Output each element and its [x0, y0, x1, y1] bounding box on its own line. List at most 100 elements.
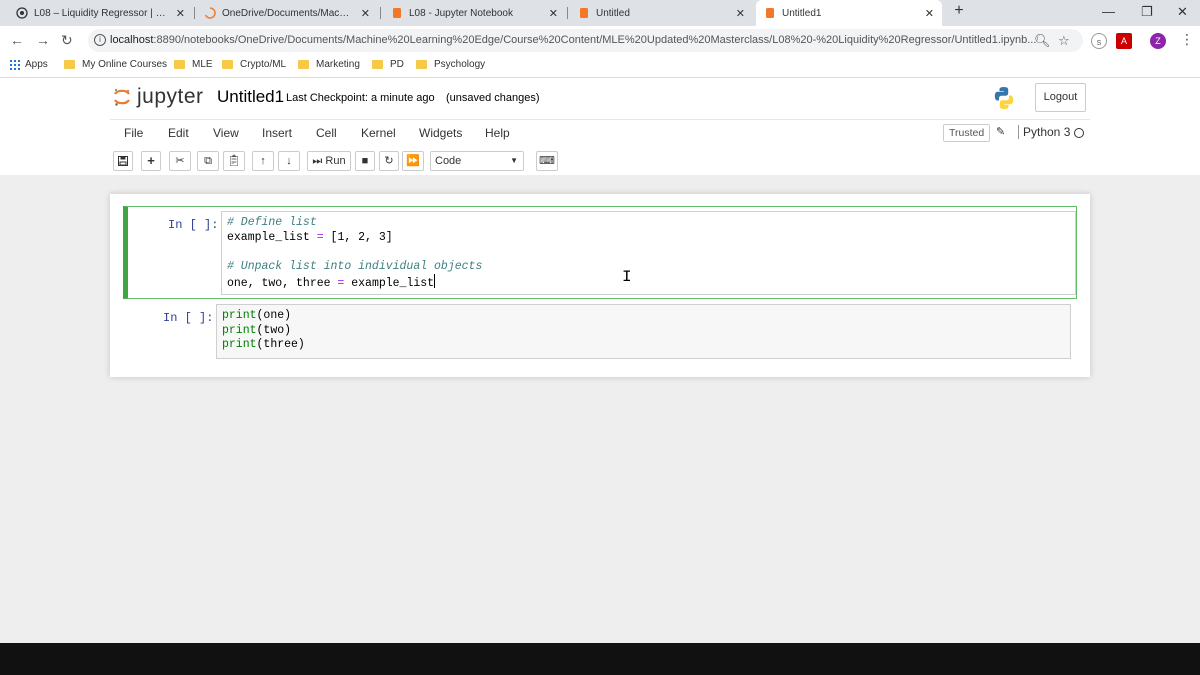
close-tab-icon[interactable]: ✕ — [736, 7, 745, 20]
code-operator: = — [330, 277, 352, 290]
menu-insert[interactable]: Insert — [262, 126, 292, 140]
cell-type-value: Code — [435, 155, 462, 167]
bookmark-label: Psychology — [434, 59, 486, 70]
circle-logo-icon — [16, 7, 28, 19]
bookmark-my-online-courses[interactable]: My Online Courses — [64, 59, 167, 70]
bookmark-crypto-ml[interactable]: Crypto/ML — [222, 59, 286, 70]
jupyter-logo-icon — [114, 89, 130, 106]
save-icon[interactable] — [113, 151, 133, 171]
browser-toolbar: ← → ↻ i localhost:8890/notebooks/OneDriv… — [0, 26, 1200, 54]
notebook-menubar: File Edit View Insert Cell Kernel Widget… — [110, 119, 1090, 146]
bookmark-star-icon[interactable]: ☆ — [1058, 33, 1070, 49]
menu-widgets[interactable]: Widgets — [419, 126, 462, 140]
forward-icon[interactable]: → — [36, 32, 50, 48]
code-comment: # Define list — [227, 216, 317, 229]
notebook-name[interactable]: Untitled1 — [217, 87, 284, 107]
jupyter-orange-icon — [580, 8, 588, 18]
code-operator: = — [309, 230, 331, 244]
tab-title: L08 - Jupyter Notebook — [409, 7, 513, 19]
pdf-extension-icon[interactable]: A — [1116, 33, 1132, 49]
browser-tab-1[interactable]: L08 – Liquidity Regressor | Machi ✕ — [8, 0, 193, 26]
run-button[interactable]: ⏭ Run — [307, 151, 351, 171]
code-editor[interactable]: print(one) print(two) print(three) — [216, 304, 1071, 359]
bookmark-label: MLE — [192, 59, 213, 70]
code-cell-selected[interactable]: In [ ]: # Define list example_list = [1,… — [123, 206, 1077, 299]
menu-kernel[interactable]: Kernel — [361, 126, 396, 140]
code-cell[interactable]: In [ ]: print(one) print(two) print(thre… — [123, 300, 1077, 362]
menu-help[interactable]: Help — [485, 126, 510, 140]
run-icon: ⏭ — [312, 155, 323, 167]
jupyter-logo-text: jupyter — [137, 85, 204, 108]
close-tab-icon[interactable]: ✕ — [549, 7, 558, 20]
bookmark-psychology[interactable]: Psychology — [416, 59, 485, 70]
close-tab-icon[interactable]: ✕ — [361, 7, 370, 20]
logout-button[interactable]: Logout — [1035, 83, 1086, 112]
folder-icon — [372, 60, 383, 69]
kernel-idle-icon — [1074, 128, 1084, 138]
extension-icon[interactable]: s — [1091, 33, 1107, 49]
browser-tab-4[interactable]: Untitled ✕ — [570, 0, 753, 26]
code-line: # Define list — [227, 216, 1070, 231]
bookmarks-bar: Apps My Online Courses MLE Crypto/ML Mar… — [0, 54, 1200, 78]
bookmark-pd[interactable]: PD — [372, 59, 404, 70]
zoom-icon[interactable]: 🔍︎ — [1034, 33, 1051, 49]
profile-avatar[interactable]: Z — [1150, 33, 1166, 49]
bookmark-apps[interactable]: Apps — [10, 59, 48, 70]
minimize-icon[interactable]: — — [1102, 4, 1115, 19]
browser-tab-active[interactable]: Untitled1 ✕ — [756, 0, 942, 26]
folder-icon — [222, 60, 233, 69]
browser-menu-icon[interactable]: ⋮ — [1180, 31, 1194, 48]
code-token: example_list — [227, 230, 310, 244]
interrupt-icon[interactable]: ■ — [355, 151, 375, 171]
bookmark-marketing[interactable]: Marketing — [298, 59, 360, 70]
back-icon[interactable]: ← — [10, 32, 24, 48]
run-label: Run — [325, 155, 346, 167]
address-bar[interactable]: i localhost:8890/notebooks/OneDrive/Docu… — [88, 29, 1083, 52]
browser-tab-2[interactable]: OneDrive/Documents/Machine l ✕ — [196, 0, 378, 26]
restart-icon[interactable]: ↻ — [379, 151, 399, 171]
close-window-icon[interactable]: ✕ — [1177, 4, 1188, 20]
browser-tab-strip: L08 – Liquidity Regressor | Machi ✕ OneD… — [0, 0, 1200, 26]
code-token: (two) — [256, 323, 292, 337]
close-tab-icon[interactable]: ✕ — [176, 7, 185, 20]
jupyter-header: jupyter Untitled1 Last Checkpoint: a min… — [0, 79, 1200, 119]
menu-cell[interactable]: Cell — [316, 126, 337, 140]
loading-spinner-icon — [204, 7, 216, 19]
browser-tab-3[interactable]: L08 - Jupyter Notebook ✕ — [383, 0, 566, 26]
code-editor[interactable]: # Define list example_list = [1, 2, 3] #… — [221, 211, 1076, 295]
reload-icon[interactable]: ↻ — [61, 32, 73, 49]
copy-icon[interactable]: ⧉ — [197, 151, 219, 171]
folder-icon — [174, 60, 185, 69]
cell-prompt: In [ ]: — [168, 218, 219, 232]
restart-run-all-icon[interactable]: ⏩ — [402, 151, 424, 171]
new-tab-button[interactable]: + — [950, 2, 968, 20]
paste-icon[interactable]: 📋︎ — [223, 151, 245, 171]
add-cell-icon[interactable]: + — [141, 151, 161, 171]
bookmark-mle[interactable]: MLE — [174, 59, 213, 70]
move-down-icon[interactable]: ↓ — [278, 151, 300, 171]
code-token: (three) — [256, 338, 305, 351]
keyboard-shortcuts-icon[interactable]: ⌨ — [536, 151, 558, 171]
menu-file[interactable]: File — [124, 126, 143, 140]
cut-icon[interactable]: ✂ — [169, 151, 191, 171]
code-builtin: print — [222, 309, 257, 322]
trusted-indicator[interactable]: Trusted — [943, 124, 991, 142]
close-tab-icon[interactable]: ✕ — [925, 7, 934, 20]
restore-icon[interactable]: ❐ — [1141, 4, 1153, 20]
code-comment: # Unpack list into individual objects — [227, 259, 483, 273]
tab-title: Untitled — [596, 7, 630, 19]
kernel-name: Python 3 — [1018, 125, 1070, 139]
code-line: one, two, three = example_list — [227, 274, 1070, 292]
code-token: (one) — [256, 309, 292, 322]
cell-type-select[interactable]: Code ▼ — [430, 151, 524, 171]
menu-view[interactable]: View — [213, 126, 239, 140]
jupyter-logo[interactable]: jupyter — [113, 85, 204, 109]
apps-grid-icon — [10, 59, 20, 70]
code-builtin: print — [222, 323, 257, 337]
edit-mode-pencil-icon: ✎ — [996, 126, 1006, 138]
code-line: example_list = [1, 2, 3] — [227, 231, 1070, 246]
move-up-icon[interactable]: ↑ — [252, 151, 274, 171]
menu-edit[interactable]: Edit — [168, 126, 189, 140]
info-icon[interactable]: i — [94, 34, 106, 46]
